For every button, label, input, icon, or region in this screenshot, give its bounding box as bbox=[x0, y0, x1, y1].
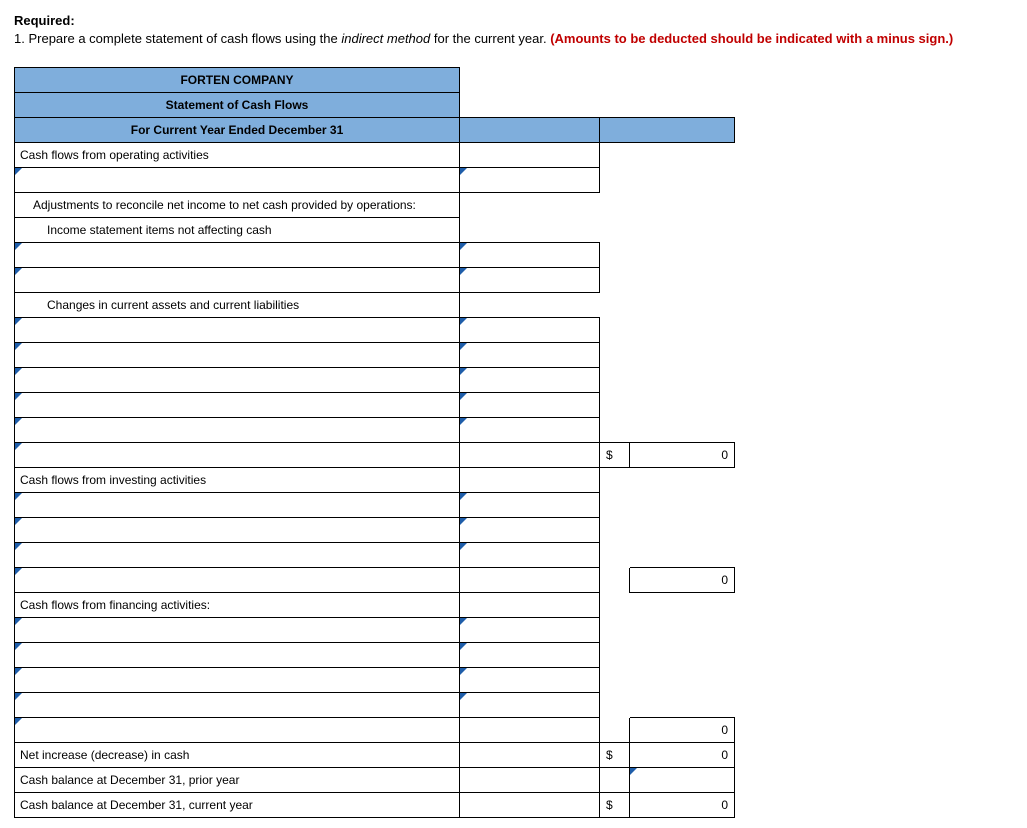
net-increase-value: 0 bbox=[630, 743, 735, 768]
net-increase-label: Net increase (decrease) in cash bbox=[15, 743, 460, 768]
prior-balance-label: Cash balance at December 31, prior year bbox=[15, 768, 460, 793]
financing-item-1-dropdown[interactable] bbox=[15, 618, 460, 643]
current-balance-value: 0 bbox=[630, 793, 735, 818]
financing-item-4-amount[interactable] bbox=[460, 693, 600, 718]
investing-item-1-amount[interactable] bbox=[460, 493, 600, 518]
noncash-item-2-amount[interactable] bbox=[460, 268, 600, 293]
title-period: For Current Year Ended December 31 bbox=[15, 118, 460, 143]
net-cash-financing-dropdown[interactable] bbox=[15, 718, 460, 743]
change-item-1-amount[interactable] bbox=[460, 318, 600, 343]
instructions-block: Required: 1. Prepare a complete statemen… bbox=[14, 12, 1013, 47]
net-increase-currency: $ bbox=[600, 743, 630, 768]
noncash-item-1-dropdown[interactable] bbox=[15, 243, 460, 268]
title-statement: Statement of Cash Flows bbox=[15, 93, 460, 118]
change-item-1-dropdown[interactable] bbox=[15, 318, 460, 343]
operating-total-currency: $ bbox=[600, 443, 630, 468]
investing-total-value: 0 bbox=[630, 568, 735, 593]
investing-item-2-amount[interactable] bbox=[460, 518, 600, 543]
operating-total-value: 0 bbox=[630, 443, 735, 468]
investing-item-3-dropdown[interactable] bbox=[15, 543, 460, 568]
operating-header: Cash flows from operating activities bbox=[15, 143, 460, 168]
current-balance-currency: $ bbox=[600, 793, 630, 818]
noncash-item-2-dropdown[interactable] bbox=[15, 268, 460, 293]
financing-item-2-dropdown[interactable] bbox=[15, 643, 460, 668]
change-item-5-amount[interactable] bbox=[460, 418, 600, 443]
change-item-4-amount[interactable] bbox=[460, 393, 600, 418]
investing-item-1-dropdown[interactable] bbox=[15, 493, 460, 518]
change-item-3-amount[interactable] bbox=[460, 368, 600, 393]
required-label: Required: bbox=[14, 13, 75, 28]
net-cash-operating-dropdown[interactable] bbox=[15, 443, 460, 468]
instruction-number: 1. bbox=[14, 31, 28, 46]
financing-item-4-dropdown[interactable] bbox=[15, 693, 460, 718]
change-item-4-dropdown[interactable] bbox=[15, 393, 460, 418]
change-item-2-dropdown[interactable] bbox=[15, 343, 460, 368]
change-item-2-amount[interactable] bbox=[460, 343, 600, 368]
changes-label: Changes in current assets and current li… bbox=[15, 293, 460, 318]
net-income-line-dropdown[interactable] bbox=[15, 168, 460, 193]
financing-total-value: 0 bbox=[630, 718, 735, 743]
adjustments-label: Adjustments to reconcile net income to n… bbox=[15, 193, 460, 218]
investing-item-2-dropdown[interactable] bbox=[15, 518, 460, 543]
financing-item-3-dropdown[interactable] bbox=[15, 668, 460, 693]
financing-item-1-amount[interactable] bbox=[460, 618, 600, 643]
current-balance-label: Cash balance at December 31, current yea… bbox=[15, 793, 460, 818]
financing-item-2-amount[interactable] bbox=[460, 643, 600, 668]
title-company: FORTEN COMPANY bbox=[15, 68, 460, 93]
change-item-3-dropdown[interactable] bbox=[15, 368, 460, 393]
change-item-5-dropdown[interactable] bbox=[15, 418, 460, 443]
income-items-label: Income statement items not affecting cas… bbox=[15, 218, 460, 243]
instruction-italic: indirect method bbox=[341, 31, 430, 46]
instruction-text-1: Prepare a complete statement of cash flo… bbox=[28, 31, 341, 46]
cash-flow-statement-table: FORTEN COMPANY Statement of Cash Flows F… bbox=[14, 67, 735, 818]
financing-item-3-amount[interactable] bbox=[460, 668, 600, 693]
prior-balance-input[interactable] bbox=[630, 768, 735, 793]
investing-header: Cash flows from investing activities bbox=[15, 468, 460, 493]
net-cash-investing-dropdown[interactable] bbox=[15, 568, 460, 593]
instruction-text-2: for the current year. bbox=[430, 31, 550, 46]
net-income-amount-input[interactable] bbox=[460, 168, 600, 193]
noncash-item-1-amount[interactable] bbox=[460, 243, 600, 268]
instruction-red: (Amounts to be deducted should be indica… bbox=[550, 31, 953, 46]
investing-item-3-amount[interactable] bbox=[460, 543, 600, 568]
financing-header: Cash flows from financing activities: bbox=[15, 593, 460, 618]
